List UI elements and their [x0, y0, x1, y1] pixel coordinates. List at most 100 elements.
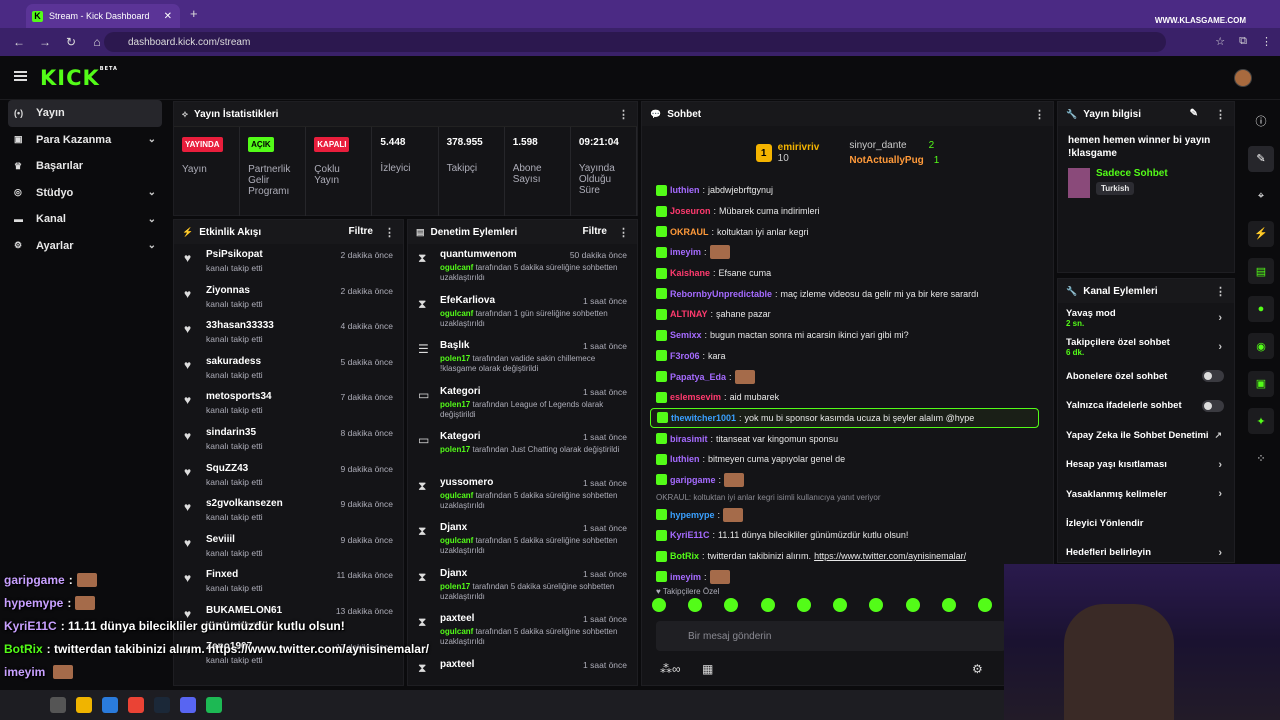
chat-message[interactable]: birasimit: titanseat var kingomun sponsu — [642, 428, 1053, 449]
moderation-item[interactable]: ☰ Başlık polen17 tarafından vadide sakin c… — [408, 335, 637, 381]
chat-message[interactable]: Kaishane: Efsane cuma — [642, 263, 1053, 284]
hamburger-menu-icon[interactable] — [14, 71, 27, 81]
chat-username[interactable]: imeyim — [670, 247, 701, 257]
channel-action-item[interactable]: Yapay Zeka ile Sohbet Denetimi ↗ — [1058, 421, 1234, 450]
category-name[interactable]: Sadece Sohbet — [1096, 168, 1168, 179]
chat-input[interactable]: Bir mesaj gönderin — [656, 621, 1006, 651]
chat-username[interactable]: birasimit — [670, 434, 708, 444]
sidebar-item-başarılar[interactable]: ♛ Başarılar — [8, 153, 162, 180]
channel-action-item[interactable]: Takipçilere özel sohbet 6 dk. › — [1058, 332, 1234, 361]
kick-logo[interactable]: KICKBETA — [40, 66, 118, 90]
chevron-right-icon[interactable]: › — [1218, 547, 1222, 559]
store-icon[interactable] — [102, 697, 118, 713]
back-icon[interactable]: ← — [12, 35, 26, 49]
chevron-right-icon[interactable]: › — [1218, 341, 1222, 353]
more-icon[interactable]: ⋮ — [618, 108, 629, 121]
chat-username[interactable]: thewitcher1001 — [671, 413, 736, 423]
chat-message[interactable]: OKRAUL: koltuktan iyi anlar kegri — [642, 221, 1053, 242]
chat-link[interactable]: https://www.twitter.com/aynisinemalar/ — [814, 551, 966, 561]
chevron-down-icon[interactable]: ⌄ — [148, 134, 156, 145]
browser-tab[interactable]: K Stream - Kick Dashboard ✕ — [26, 4, 180, 28]
discord-icon[interactable] — [180, 697, 196, 713]
activity-item[interactable]: ♥ PsiPsikopat kanalı takip etti 2 dakika ön… — [174, 244, 403, 280]
tag-pill[interactable]: Turkish — [1096, 182, 1135, 195]
activity-item[interactable]: ♥ SquZZ43 kanalı takip etti 9 dakika önce — [174, 458, 403, 494]
toggle-switch[interactable] — [1202, 370, 1224, 383]
chat-message[interactable]: thewitcher1001: yok mu bi sponsor kasımda… — [650, 407, 1039, 429]
url-input[interactable]: dashboard.kick.com/stream — [104, 32, 1166, 52]
forward-icon[interactable]: → — [38, 35, 52, 49]
chat-username[interactable]: RebornbyUnpredictable — [670, 289, 772, 299]
more-icon[interactable]: ⋮ — [1215, 285, 1226, 298]
chat-username[interactable]: garipgame — [670, 475, 716, 485]
close-tab-icon[interactable]: ✕ — [164, 11, 172, 22]
chat-icon[interactable]: ● — [1248, 295, 1274, 322]
more-icon[interactable]: ⋮ — [1034, 108, 1045, 121]
chat-message[interactable]: imeyim: — [642, 566, 1053, 587]
sidebar-item-para-kazanma[interactable]: ▣ Para Kazanma ⌄ — [8, 127, 162, 154]
menu-icon[interactable]: ⋮ — [1261, 35, 1272, 48]
sidebar-item-stüdyo[interactable]: ◎ Stüdyo ⌄ — [8, 180, 162, 207]
chat-username[interactable]: Semixx — [670, 330, 702, 340]
chat-message[interactable]: RebornbyUnpredictable: maç izleme videosu… — [642, 283, 1053, 304]
chevron-down-icon[interactable]: ⌄ — [148, 187, 156, 198]
activity-item[interactable]: ♥ 33hasan33333 kanalı takip etti 4 dakika ö… — [174, 315, 403, 351]
layout-icon[interactable]: ▣ — [1248, 370, 1274, 397]
chat-username[interactable]: OKRAUL — [670, 227, 709, 237]
chat-message[interactable]: garipgame: — [642, 470, 1053, 491]
reload-icon[interactable]: ↻ — [64, 35, 78, 49]
activity-item[interactable]: ♥ s2gvolkansezen kanalı takip etti 9 dakika… — [174, 493, 403, 529]
more-icon[interactable]: ⋮ — [384, 226, 395, 239]
apps-icon[interactable]: ⁘ — [1248, 446, 1274, 472]
chat-username[interactable]: hypemype — [670, 510, 715, 520]
focus-icon[interactable]: ⌖ — [1248, 183, 1274, 209]
chat-message[interactable]: luthien: jabdwjebrftgynuj — [642, 180, 1053, 201]
store-icon[interactable]: ▦ — [702, 662, 713, 676]
chevron-down-icon[interactable]: ⌄ — [148, 240, 156, 251]
chat-username[interactable]: Joseuron — [670, 206, 711, 216]
chat-message[interactable]: eslemsevim: aid mubarek — [642, 387, 1053, 408]
activity-item[interactable]: ♥ sindarin35 kanalı takip etti 8 dakika önc… — [174, 422, 403, 458]
steam-icon[interactable] — [154, 697, 170, 713]
activity-item[interactable]: ♥ metosports34 kanalı takip etti 7 dakika ö… — [174, 386, 403, 422]
bookmark-icon[interactable]: ☆ — [1215, 35, 1225, 48]
chat-message[interactable]: Joseuron: Mübarek cuma indirimleri — [642, 201, 1053, 222]
activity-item[interactable]: ♥ sakuradess kanalı takip etti 5 dakika önc… — [174, 351, 403, 387]
folder-icon[interactable] — [76, 697, 92, 713]
bolt-icon[interactable]: ⚡ — [1248, 220, 1274, 247]
chat-username[interactable]: Kaishane — [670, 268, 710, 278]
external-link-icon[interactable]: ↗ — [1214, 430, 1222, 441]
chevron-right-icon[interactable]: › — [1218, 312, 1222, 324]
chat-message[interactable]: BotRix: twitterdan takibinizi alırım. http… — [642, 546, 1053, 567]
edit-icon[interactable]: ✎ — [1190, 108, 1198, 119]
spotify-icon[interactable] — [206, 697, 222, 713]
chevron-down-icon[interactable]: ⌄ — [148, 214, 156, 225]
chat-message[interactable]: Papatya_Eda: — [642, 366, 1053, 387]
moderation-item[interactable]: ⧗ quantumwenom ogulcanf tarafından 5 dakik… — [408, 244, 637, 290]
toggle-switch[interactable] — [1202, 399, 1224, 412]
chat-username[interactable]: BotRix — [670, 551, 699, 561]
list-icon[interactable]: ▤ — [1248, 258, 1274, 284]
wrench-icon[interactable]: ✦ — [1248, 408, 1274, 434]
sidebar-item-yayın[interactable]: (•) Yayın — [8, 100, 162, 127]
chat-message[interactable]: hypemype: — [642, 504, 1053, 525]
chat-username[interactable]: F3ro06 — [670, 351, 700, 361]
chat-message[interactable]: luthien: bitmeyen cuma yapıyolar genel de — [642, 449, 1053, 470]
sidebar-item-ayarlar[interactable]: ⚙ Ayarlar ⌄ — [8, 233, 162, 260]
chat-username[interactable]: luthien — [670, 185, 700, 195]
moderation-item[interactable]: ▭ Kategori polen17 tarafından League of Le… — [408, 381, 637, 427]
activity-item[interactable]: ♥ Seviiil kanalı takip etti 9 dakika önce — [174, 529, 403, 565]
channel-action-item[interactable]: İzleyici Yönlendir — [1058, 509, 1234, 538]
chevron-right-icon[interactable]: › — [1218, 488, 1222, 500]
extension-icon[interactable]: ⧉ — [1239, 35, 1247, 48]
settings-icon[interactable]: ⚙ — [972, 662, 983, 676]
chat-messages[interactable]: luthien: jabdwjebrftgynuj Joseuron: Mübarek… — [642, 180, 1053, 587]
channel-action-item[interactable]: Hesap yaşı kısıtlaması › — [1058, 450, 1234, 479]
chat-message[interactable]: F3ro06: kara — [642, 346, 1053, 367]
chat-username[interactable]: luthien — [670, 454, 700, 464]
new-tab-icon[interactable]: + — [190, 6, 198, 21]
filter-button[interactable]: Filtre — [349, 226, 373, 237]
chat-username[interactable]: ALTINAY — [670, 309, 708, 319]
chat-message[interactable]: ALTINAY: şahane pazar — [642, 304, 1053, 325]
chat-username[interactable]: KyriE11C — [670, 530, 710, 540]
